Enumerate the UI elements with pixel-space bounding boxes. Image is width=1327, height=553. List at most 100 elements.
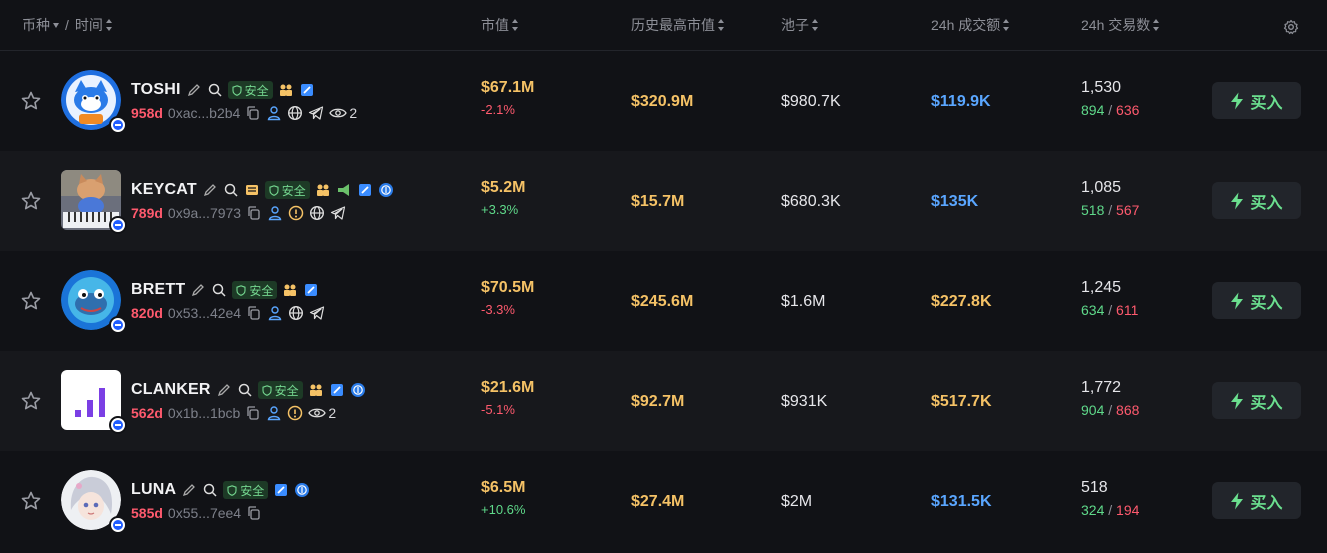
mcap-header[interactable]: 市值: [481, 15, 509, 35]
txns-header[interactable]: 24h 交易数: [1081, 15, 1150, 35]
safe-label: 安全: [249, 283, 274, 298]
user-icon[interactable]: [267, 305, 283, 321]
buy-button[interactable]: 买入: [1212, 482, 1301, 519]
globe-icon[interactable]: [288, 305, 304, 321]
ath-header[interactable]: 历史最高市值: [631, 15, 715, 35]
token-avatar[interactable]: [61, 170, 127, 234]
token-avatar[interactable]: [61, 270, 127, 334]
shield-icon: [232, 84, 242, 96]
search-icon[interactable]: [223, 182, 239, 198]
token-name[interactable]: CLANKER: [131, 381, 211, 399]
star-icon[interactable]: [20, 290, 42, 312]
sort-mcap[interactable]: 市值: [481, 0, 519, 50]
contract-address[interactable]: 0x9a...7973: [168, 205, 241, 221]
token-age: 789d: [131, 205, 163, 221]
search-icon[interactable]: [237, 382, 253, 398]
buy-label: 买入: [1250, 494, 1283, 512]
sort-ath[interactable]: 历史最高市值: [631, 0, 725, 50]
chevron-down-icon[interactable]: [53, 22, 59, 28]
sort-txns[interactable]: 24h 交易数: [1081, 0, 1160, 50]
buy-button[interactable]: 买入: [1212, 82, 1301, 119]
lightning-icon: [1231, 292, 1244, 309]
sort-coin-time[interactable]: 币种 / 时间: [22, 0, 113, 50]
table-row[interactable]: TOSHI 安全 958d 0xac...b2b4 2 $67.1M -2.1%…: [0, 51, 1327, 151]
edit-icon[interactable]: [190, 282, 206, 298]
edit-icon[interactable]: [202, 182, 218, 198]
eye-icon: [329, 108, 348, 118]
copy-icon[interactable]: [246, 305, 262, 321]
star-icon[interactable]: [20, 90, 42, 112]
sort-volume[interactable]: 24h 成交额: [931, 0, 1010, 50]
lightning-icon: [1231, 192, 1244, 209]
globe-icon[interactable]: [287, 105, 303, 121]
copy-icon[interactable]: [246, 205, 262, 221]
contract-address[interactable]: 0x1b...1bcb: [168, 405, 240, 421]
pool-header[interactable]: 池子: [781, 15, 809, 35]
token-name[interactable]: BRETT: [131, 281, 185, 299]
safe-label: 安全: [274, 383, 299, 398]
sell-count: 868: [1116, 402, 1140, 418]
search-icon[interactable]: [211, 282, 227, 298]
time-header[interactable]: 时间: [75, 15, 103, 35]
sort-icon[interactable]: [512, 19, 519, 31]
star-icon[interactable]: [20, 190, 42, 212]
table-row[interactable]: KEYCAT 安全 789d 0x9a...7973 $5.2M +3.3% $…: [0, 151, 1327, 251]
dex-paid-icon: [305, 284, 318, 296]
edit-icon[interactable]: [216, 382, 232, 398]
search-icon[interactable]: [202, 482, 218, 498]
table-row[interactable]: LUNA 安全 585d 0x55...7ee4 $6.5M +10.6% $2…: [0, 451, 1327, 551]
table-row[interactable]: CLANKER 安全 562d 0x1b...1bcb 2 $21.6M -5.…: [0, 351, 1327, 451]
token-avatar[interactable]: [61, 70, 127, 134]
contract-address[interactable]: 0xac...b2b4: [168, 105, 240, 121]
buy-label: 买入: [1250, 194, 1283, 212]
dex-paid-icon: [275, 484, 288, 496]
market-cap: $70.5M: [481, 279, 535, 296]
sort-icon[interactable]: [1003, 19, 1010, 31]
telegram-icon[interactable]: [330, 205, 346, 221]
volume-24h: $227.8K: [931, 293, 992, 310]
contract-address[interactable]: 0x55...7ee4: [168, 505, 241, 521]
pool-liquidity: $680.3K: [781, 193, 841, 210]
star-icon[interactable]: [20, 390, 42, 412]
gear-icon[interactable]: [1283, 19, 1299, 35]
sort-icon[interactable]: [812, 19, 819, 31]
sort-icon[interactable]: [105, 19, 113, 31]
edit-icon[interactable]: [181, 482, 197, 498]
watcher-count: 2: [328, 405, 337, 421]
sort-pool[interactable]: 池子: [781, 0, 819, 50]
token-avatar[interactable]: [61, 370, 127, 434]
table-row[interactable]: BRETT 安全 820d 0x53...42e4 $70.5M -3.3% $…: [0, 251, 1327, 351]
user-icon[interactable]: [266, 105, 282, 121]
buy-button[interactable]: 买入: [1212, 182, 1301, 219]
sort-icon[interactable]: [1153, 19, 1160, 31]
contract-address[interactable]: 0x53...42e4: [168, 305, 241, 321]
token-avatar[interactable]: [61, 470, 127, 534]
buy-button[interactable]: 买入: [1212, 282, 1301, 319]
sort-icon[interactable]: [718, 19, 725, 31]
globe-icon[interactable]: [309, 205, 325, 221]
search-icon[interactable]: [207, 82, 223, 98]
copy-icon[interactable]: [246, 505, 262, 521]
warning-icon[interactable]: [288, 205, 304, 221]
user-icon[interactable]: [267, 205, 283, 221]
warning-icon[interactable]: [287, 405, 303, 421]
volume-header[interactable]: 24h 成交额: [931, 15, 1000, 35]
copy-icon[interactable]: [245, 405, 261, 421]
edit-icon[interactable]: [186, 82, 202, 98]
telegram-icon[interactable]: [309, 305, 325, 321]
telegram-icon[interactable]: [308, 105, 324, 121]
txn-count: 1,085: [1081, 179, 1122, 196]
safe-label: 安全: [240, 483, 265, 498]
dex-paid-icon: [300, 84, 313, 96]
star-icon[interactable]: [20, 490, 42, 512]
copy-icon[interactable]: [245, 105, 261, 121]
buy-count: 518: [1081, 202, 1105, 218]
user-icon[interactable]: [266, 405, 282, 421]
buy-button[interactable]: 买入: [1212, 382, 1301, 419]
coin-header[interactable]: 币种: [22, 15, 50, 35]
token-name[interactable]: KEYCAT: [131, 181, 197, 199]
volume-24h: $517.7K: [931, 393, 992, 410]
token-name[interactable]: TOSHI: [131, 81, 181, 99]
txn-count: 1,245: [1081, 279, 1122, 296]
token-name[interactable]: LUNA: [131, 481, 176, 499]
